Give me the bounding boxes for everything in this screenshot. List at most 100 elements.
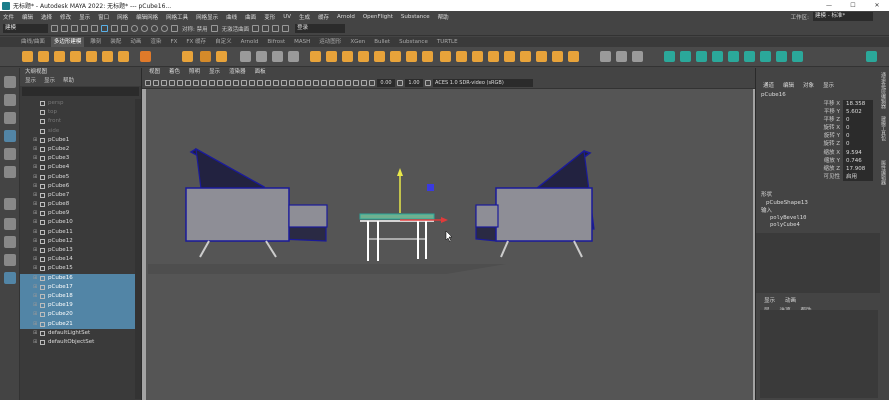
gamma-value[interactable]: 1.00 <box>405 78 423 87</box>
menu-arnold[interactable]: Arnold <box>337 14 355 20</box>
outliner-row[interactable]: ⊞ pCube14 <box>20 255 136 264</box>
outliner-row[interactable]: ⊞ pCube12 <box>20 237 136 246</box>
channel-object-name[interactable]: pCube16 <box>756 91 880 100</box>
shelf-tab-rendering[interactable]: 渲染 <box>147 37 164 47</box>
expand-icon[interactable]: ⊞ <box>33 329 37 338</box>
attribute-name[interactable]: 缩放 X <box>756 149 843 157</box>
uv-shell-icon[interactable] <box>776 51 787 62</box>
poly-torus-icon[interactable] <box>86 51 97 62</box>
expand-icon[interactable]: ⊞ <box>33 283 37 292</box>
channel-menu-show[interactable]: 显示 <box>823 81 834 91</box>
vp-menu-renderer[interactable]: 渲染器 <box>229 68 246 77</box>
attribute-name[interactable]: 缩放 Z <box>756 165 843 173</box>
expand-icon[interactable]: ⊞ <box>33 310 37 319</box>
select-hierarchy-icon[interactable] <box>101 25 108 32</box>
render-settings-icon[interactable] <box>272 25 280 32</box>
expand-icon[interactable]: ⊞ <box>33 163 37 172</box>
symmetry-status[interactable]: 对称: 禁用 <box>182 25 208 33</box>
menu-edit-mesh[interactable]: 编辑网格 <box>136 13 158 21</box>
outliner-menu-show[interactable]: 显示 <box>44 77 55 86</box>
menu-modify[interactable]: 修改 <box>60 13 71 21</box>
snap-surface-icon[interactable] <box>171 25 178 32</box>
outliner-row[interactable]: ⊞ pCube4 <box>20 163 136 172</box>
attribute-value-field[interactable]: 18.358 <box>843 100 873 109</box>
outliner-row[interactable]: ⊞ pCube16 <box>20 273 136 283</box>
channel-attribute-row[interactable]: 平移 Z0 <box>756 116 880 125</box>
resolution-gate-icon[interactable] <box>217 79 223 86</box>
outliner-row[interactable]: ⊞ pCube20 <box>20 310 136 320</box>
outliner-row[interactable]: ⊞ pCube7 <box>20 191 136 200</box>
safe-action-icon[interactable] <box>241 79 247 86</box>
rotate-tool-icon[interactable] <box>4 148 16 160</box>
chamfer-icon[interactable] <box>568 51 579 62</box>
shelf-tab-arnold[interactable]: Arnold <box>238 37 262 47</box>
expand-icon[interactable]: ⊞ <box>33 191 37 200</box>
paint-select-tool-icon[interactable] <box>4 112 16 124</box>
shelf-tab-substance[interactable]: Substance <box>396 37 431 47</box>
film-gate-icon[interactable] <box>209 79 215 86</box>
target-weld-icon[interactable] <box>440 51 451 62</box>
outliner-row[interactable]: ⊞ pCube17 <box>20 282 136 292</box>
shelf-tab-rigging[interactable]: 装配 <box>107 37 124 47</box>
hypershade-icon[interactable] <box>282 25 290 32</box>
outliner-row[interactable]: ⊞ pCube2 <box>20 145 136 154</box>
ambient-occlusion-icon[interactable] <box>305 79 311 86</box>
outliner-row[interactable]: ⊞ defaultLightSet <box>20 329 136 338</box>
layout-uv-icon[interactable] <box>728 51 739 62</box>
outliner-row[interactable]: ⊞ pCube15 <box>20 264 136 273</box>
channel-attribute-row[interactable]: 旋转 Z0 <box>756 140 880 149</box>
manipulator-icon[interactable] <box>4 198 16 210</box>
maximize-button[interactable]: ☐ <box>841 0 865 11</box>
vp-menu-panels[interactable]: 面板 <box>255 68 266 77</box>
menu-window[interactable]: 窗口 <box>98 13 109 21</box>
shelf-tab-turtle[interactable]: TURTLE <box>434 37 461 47</box>
close-button[interactable]: ✕ <box>865 0 889 11</box>
camera-select-icon[interactable] <box>145 79 151 86</box>
menu-curves[interactable]: 曲线 <box>226 13 237 21</box>
channel-attribute-row[interactable]: 平移 X 18.358 <box>756 100 880 109</box>
scale-tool-icon[interactable] <box>4 166 16 178</box>
attribute-name[interactable]: 旋转 Y <box>756 132 843 140</box>
poly-cylinder-icon[interactable] <box>54 51 65 62</box>
layout-two-icon[interactable] <box>4 254 16 266</box>
isolate-select-icon[interactable] <box>337 79 343 86</box>
outliner-menu-help[interactable]: 帮助 <box>63 77 74 86</box>
shelf-tab-curves[interactable]: 曲线/曲面 <box>18 37 48 47</box>
poly-disc-icon[interactable] <box>118 51 129 62</box>
combine-icon[interactable] <box>240 51 251 62</box>
menu-file[interactable]: 文件 <box>3 13 14 21</box>
bevel-icon[interactable] <box>358 51 369 62</box>
gate-mask-icon[interactable] <box>225 79 231 86</box>
render-icon[interactable] <box>252 25 260 32</box>
grid-icon[interactable] <box>201 79 207 86</box>
color-management-icon[interactable] <box>425 79 431 86</box>
slide-edge-icon[interactable] <box>600 51 611 62</box>
field-chart-icon[interactable] <box>233 79 239 86</box>
super-shape-icon[interactable] <box>182 51 193 62</box>
expand-icon[interactable]: ⊞ <box>33 338 37 347</box>
menu-mesh-tools[interactable]: 网格工具 <box>166 13 188 21</box>
open-scene-icon[interactable] <box>61 25 68 32</box>
shadows-icon[interactable] <box>297 79 303 86</box>
side-tab-modeling-toolkit[interactable]: 建模工具包 <box>880 116 887 156</box>
expand-icon[interactable]: ⊞ <box>33 209 37 218</box>
outliner-row[interactable]: ⊞ pCube8 <box>20 200 136 209</box>
flip-edge-icon[interactable] <box>632 51 643 62</box>
spin-edge-icon[interactable] <box>616 51 627 62</box>
channel-menu-edit[interactable]: 编辑 <box>783 81 794 91</box>
expand-icon[interactable]: ⊞ <box>33 182 37 191</box>
smooth-icon[interactable] <box>272 51 283 62</box>
channel-attribute-row[interactable]: 可见性 启用 <box>756 172 880 181</box>
poly-platonic-icon[interactable] <box>140 51 151 62</box>
wedge-icon[interactable] <box>536 51 547 62</box>
expand-icon[interactable]: ⊞ <box>33 218 37 227</box>
outliner-row[interactable]: ⊞ pCube18 <box>20 291 136 302</box>
expand-icon[interactable]: ⊞ <box>33 173 37 182</box>
shelf-tab-mash[interactable]: MASH <box>291 37 313 47</box>
poly-cone-icon[interactable] <box>70 51 81 62</box>
attribute-value-field[interactable]: 0 <box>843 116 873 125</box>
poly-plane-icon[interactable] <box>102 51 113 62</box>
attribute-name[interactable]: 平移 Z <box>756 116 843 124</box>
quad-draw-icon[interactable] <box>456 51 467 62</box>
attribute-name[interactable]: 平移 Y <box>756 108 843 116</box>
